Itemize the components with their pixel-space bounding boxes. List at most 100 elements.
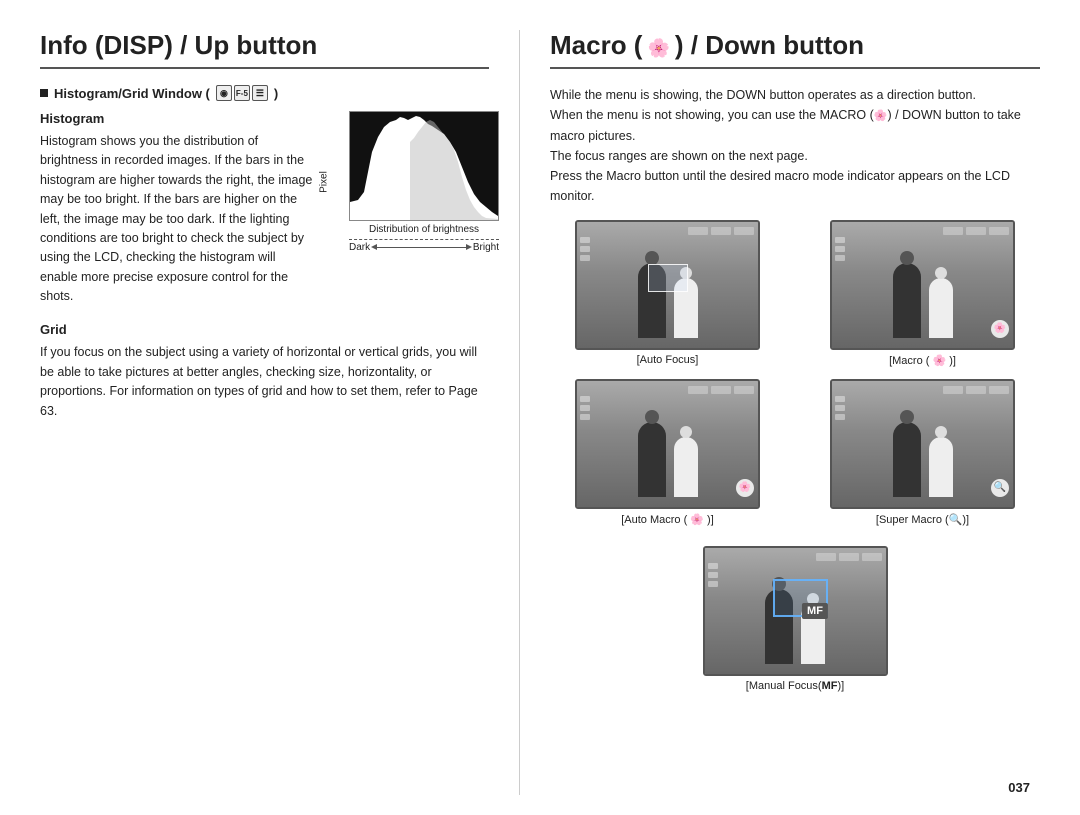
macro-image-macro: 🌸 [Macro ( 🌸 )] <box>805 220 1040 367</box>
subsection-header: Histogram/Grid Window ( ◉ F-5 ☰ ) <box>40 85 489 101</box>
grid-section: Grid If you focus on the subject using a… <box>40 322 489 421</box>
couple-figure-2 <box>893 263 953 338</box>
cam-left-icon-8 <box>580 405 590 411</box>
distribution-arrow: Dark Bright <box>349 242 499 253</box>
right-body: While the menu is showing, the DOWN butt… <box>550 85 1040 206</box>
couple-figure-4 <box>893 422 953 497</box>
cam-left-icon-7 <box>580 396 590 402</box>
caption-manual-focus: [Manual Focus(MF)] <box>746 680 844 692</box>
cam-left-icon-2 <box>580 246 590 252</box>
caption-auto-macro: [Auto Macro ( 🌸 )] <box>621 513 714 526</box>
camera-screen-macro: 🌸 <box>830 220 1015 350</box>
histogram-wrapper: Pixel Distribution <box>349 111 489 253</box>
indicator-13 <box>816 553 836 561</box>
indicator-5 <box>966 227 986 235</box>
cam-left-icon-13 <box>708 563 718 569</box>
subsection-close-paren: ) <box>274 86 278 101</box>
cam-left-icon-9 <box>580 414 590 420</box>
camera-screen-manual-focus: MF <box>703 546 888 676</box>
camera-screen-auto-macro: 🌸 <box>575 379 760 509</box>
mf-badge: MF <box>802 603 828 619</box>
figure-tall-3 <box>638 422 666 497</box>
cam-left-icons-2 <box>835 237 845 261</box>
figure-short-3 <box>674 437 698 497</box>
right-column: Macro ( 🌸 ) / Down button While the menu… <box>520 30 1040 795</box>
subsection-label: Histogram/Grid Window ( <box>54 86 210 101</box>
figure-short-4 <box>929 437 953 497</box>
cam-left-icon-5 <box>835 246 845 252</box>
cam-left-icons-5 <box>708 563 718 587</box>
manual-focus-container: MF [Manual Focus(MF)] <box>550 536 1040 692</box>
pixel-label: Pixel <box>318 171 329 193</box>
cam-left-icon-12 <box>835 414 845 420</box>
cam-top-bar-2 <box>832 225 1013 237</box>
camera-screen-auto-focus <box>575 220 760 350</box>
para2: When the menu is not showing, you can us… <box>550 105 1040 146</box>
macro-image-auto-focus: [Auto Focus] <box>550 220 785 367</box>
icon-disp: ◉ <box>216 85 232 101</box>
caption-auto-focus: [Auto Focus] <box>637 354 699 366</box>
macro-images-grid: [Auto Focus] <box>550 220 1040 526</box>
cam-left-icon-14 <box>708 572 718 578</box>
macro-image-auto-macro: 🌸 [Auto Macro ( 🌸 )] <box>550 379 785 526</box>
indicator-14 <box>839 553 859 561</box>
indicator-4 <box>943 227 963 235</box>
cam-left-icons-3 <box>580 396 590 420</box>
cam-left-icon-4 <box>835 237 845 243</box>
histogram-svg <box>350 112 498 220</box>
camera-screen-super-macro: 🔍 <box>830 379 1015 509</box>
histogram-section: Histogram Histogram shows you the distri… <box>40 111 489 306</box>
left-column: Info (DISP) / Up button Histogram/Grid W… <box>40 30 520 795</box>
couple-figure-3 <box>638 422 698 497</box>
indicator-15 <box>862 553 882 561</box>
indicator-9 <box>734 386 754 394</box>
cam-top-bar-5 <box>705 551 886 563</box>
cam-left-icon-1 <box>580 237 590 243</box>
indicator-2 <box>711 227 731 235</box>
para1: While the menu is showing, the DOWN butt… <box>550 85 1040 105</box>
figure-tall-2 <box>893 263 921 338</box>
bright-label: Bright <box>473 242 499 253</box>
couple-silhouette-2: 🌸 <box>832 222 1013 348</box>
caption-macro: [Macro ( 🌸 )] <box>889 354 956 367</box>
indicator-8 <box>711 386 731 394</box>
histogram-text: Histogram Histogram shows you the distri… <box>40 111 313 306</box>
indicator-1 <box>688 227 708 235</box>
cam-left-icon-10 <box>835 396 845 402</box>
macro-image-super-macro: 🔍 [Super Macro (🔍)] <box>805 379 1040 526</box>
cam-left-icon-3 <box>580 255 590 261</box>
para4: Press the Macro button until the desired… <box>550 166 1040 206</box>
couple-silhouette-4: 🔍 <box>832 381 1013 507</box>
histogram-box <box>349 111 499 221</box>
figure-short-2 <box>929 278 953 338</box>
figure-tall-4 <box>893 422 921 497</box>
page: Info (DISP) / Up button Histogram/Grid W… <box>0 0 1080 815</box>
focus-rect-1 <box>648 264 688 292</box>
cam-left-icon-11 <box>835 405 845 411</box>
page-number: 037 <box>1008 780 1030 795</box>
indicator-11 <box>966 386 986 394</box>
cam-top-bar-4 <box>832 384 1013 396</box>
dashed-line <box>349 239 499 240</box>
arrow-line <box>374 247 469 248</box>
couple-silhouette-3: 🌸 <box>577 381 758 507</box>
cam-left-icons-1 <box>580 237 590 261</box>
super-macro-badge: 🔍 <box>991 479 1009 497</box>
grid-body: If you focus on the subject using a vari… <box>40 343 489 421</box>
histogram-body: Histogram shows you the distribution of … <box>40 132 313 306</box>
caption-super-macro: [Super Macro (🔍)] <box>876 513 969 526</box>
cam-top-bar-1 <box>577 225 758 237</box>
cam-top-bar-3 <box>577 384 758 396</box>
dark-label: Dark <box>349 242 370 253</box>
para3: The focus ranges are shown on the next p… <box>550 146 1040 166</box>
grid-heading: Grid <box>40 322 489 337</box>
cam-left-icon-6 <box>835 255 845 261</box>
right-section-title: Macro ( 🌸 ) / Down button <box>550 30 1040 69</box>
indicator-12 <box>989 386 1009 394</box>
bullet-icon <box>40 89 48 97</box>
histogram-icons: ◉ F-5 ☰ <box>216 85 268 101</box>
couple-silhouette-1 <box>577 222 758 348</box>
icon-menu: ☰ <box>252 85 268 101</box>
distribution-label: Distribution of brightness <box>349 224 499 235</box>
left-section-title: Info (DISP) / Up button <box>40 30 489 69</box>
